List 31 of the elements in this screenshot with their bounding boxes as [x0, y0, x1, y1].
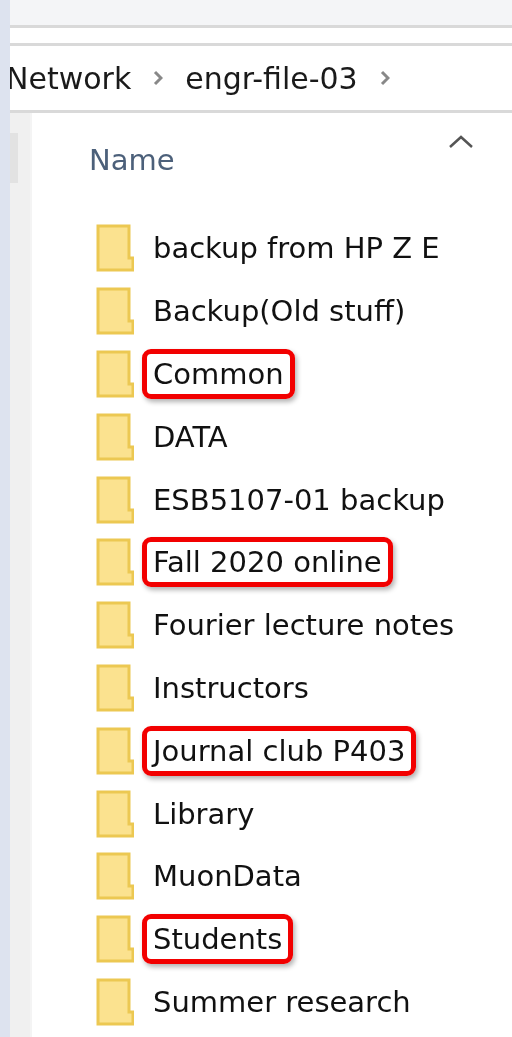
folder-name[interactable]: Instructors	[142, 662, 320, 713]
breadcrumb-item[interactable]: engr-file-03	[185, 60, 358, 96]
sort-caret-icon	[448, 135, 474, 149]
chevron-icon	[153, 70, 164, 86]
column-header[interactable]: Name	[89, 143, 175, 177]
folder-name[interactable]: Students	[142, 914, 294, 965]
folder-name[interactable]: Common	[142, 349, 295, 399]
folder-icon	[96, 287, 134, 336]
folder-name[interactable]: Summer research	[142, 976, 422, 1027]
folder-icon	[96, 475, 134, 524]
folder-name[interactable]: Fall 2020 online	[142, 537, 393, 588]
folder-name[interactable]: ESB5107-01 backup	[142, 474, 456, 525]
folder-icon	[96, 350, 134, 398]
folder-icon	[96, 789, 134, 838]
folder-name[interactable]: DATA	[142, 411, 239, 462]
folder-name[interactable]: Journal club P403	[142, 725, 417, 776]
chevron-icon	[379, 70, 390, 86]
folder-name[interactable]: Backup(Old stuff)	[142, 286, 417, 337]
folder-icon	[96, 224, 134, 273]
folder-icon	[96, 601, 134, 650]
folder-icon	[96, 412, 134, 461]
folder-icon	[96, 915, 134, 964]
folder-name[interactable]: Library	[142, 788, 266, 839]
folder-icon	[96, 663, 134, 712]
folder-icon	[96, 852, 134, 901]
folder-icon	[96, 538, 134, 587]
folder-name[interactable]: Fourier lecture notes	[142, 600, 466, 651]
folder-icon	[96, 726, 134, 775]
folder-name[interactable]: backup from HP Z E	[142, 223, 451, 274]
folder-icon	[96, 977, 134, 1026]
folder-name[interactable]: MuonData	[142, 851, 313, 902]
